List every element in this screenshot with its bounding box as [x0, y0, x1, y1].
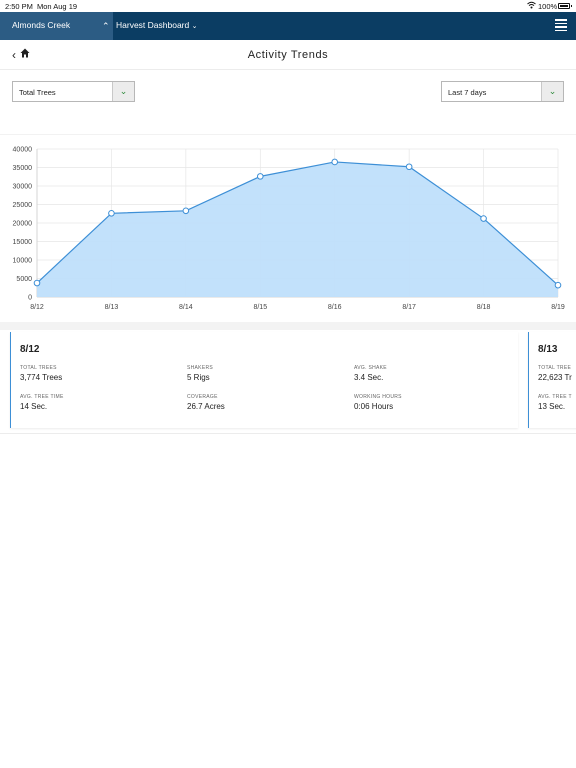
y-tick-label: 15000 [13, 239, 33, 246]
stat-label: Total Tree [538, 365, 572, 371]
range-dropdown[interactable]: Last 7 days ⌄ [441, 81, 564, 102]
chevron-down-icon: ⌄ [112, 82, 134, 101]
stat-label: Working Hours [354, 394, 402, 400]
data-point [182, 207, 190, 215]
day-summary-card[interactable]: 8/12 Total Trees 3,774 Trees Shakers 5 R… [10, 332, 518, 428]
card-date: 8/12 [20, 344, 40, 355]
stat-value: 14 Sec. [20, 402, 48, 411]
top-nav: Almonds Creek ⌃ Harvest Dashboard ⌄ [0, 12, 576, 40]
stat-shakers: Shakers 5 Rigs [187, 365, 213, 382]
stat-avg-tree-time: Avg. Tree Time 14 Sec. [20, 394, 64, 411]
data-point [554, 281, 562, 289]
section-divider [0, 322, 576, 330]
stat-avg-shake: Avg. Shake 3.4 Sec. [354, 365, 387, 382]
dashboard-name: Harvest Dashboard [116, 20, 190, 30]
y-tick-label: 25000 [13, 202, 33, 209]
stat-label: Shakers [187, 365, 213, 371]
farm-selector[interactable]: Almonds Creek ⌃ [0, 12, 113, 40]
data-point [331, 158, 339, 166]
wifi-icon [527, 1, 536, 9]
metric-dropdown[interactable]: Total Trees ⌄ [12, 81, 135, 102]
status-time: 2:50 PM [5, 2, 33, 11]
data-point [405, 163, 413, 171]
stat-value: 5 Rigs [187, 373, 210, 382]
card-date: 8/13 [538, 344, 558, 355]
range-dropdown-value: Last 7 days [448, 88, 487, 97]
stat-value: 13 Sec. [538, 402, 566, 411]
activity-chart-svg: 0 5000 10000 15000 20000 25000 30000 35000 40000… [13, 147, 565, 312]
chevron-down-icon: ⌄ [541, 82, 563, 101]
x-tick-label: 8/13 [105, 304, 119, 311]
page-title: Activity Trends [247, 49, 329, 61]
x-tick-label: 8/18 [477, 304, 491, 311]
chevron-down-icon: ⌄ [191, 23, 198, 30]
stat-coverage: Coverage 26.7 Acres [187, 394, 225, 411]
status-bar: 2:50 PM Mon Aug 19 100% [0, 0, 576, 12]
x-tick-label: 8/12 [30, 304, 44, 311]
stat-value: 3,774 Trees [20, 373, 63, 382]
stat-label: Total Trees [20, 365, 57, 371]
data-point [480, 215, 487, 222]
x-tick-label: 8/16 [328, 304, 342, 311]
x-tick-label: 8/14 [179, 304, 193, 311]
metric-dropdown-value: Total Trees [19, 88, 56, 97]
y-tick-label: 40000 [13, 147, 33, 154]
data-point [33, 279, 41, 287]
day-summary-card[interactable]: 8/13 Total Tree 22,623 Tr Avg. Tree T 13… [528, 332, 576, 428]
farm-name: Almonds Creek [12, 20, 71, 30]
stat-label: Avg. Tree Time [20, 394, 64, 400]
series-area [37, 161, 558, 297]
status-date: Mon Aug 19 [37, 2, 78, 11]
stat-working-hours: Working Hours 0:06 Hours [354, 394, 402, 411]
battery-icon [558, 3, 572, 9]
x-tick-label: 8/17 [402, 304, 416, 311]
y-tick-label: 10000 [13, 258, 33, 265]
stat-value: 26.7 Acres [187, 402, 225, 411]
battery-percent: 100% [538, 2, 558, 11]
menu-icon[interactable] [555, 19, 567, 31]
stat-label: Avg. Shake [354, 365, 387, 371]
x-tick-label: 8/15 [253, 304, 267, 311]
y-tick-label: 35000 [13, 165, 33, 172]
y-tick-label: 0 [28, 295, 32, 302]
stat-value: 0:06 Hours [354, 402, 394, 411]
chevron-up-icon: ⌃ [102, 21, 110, 31]
daily-summary-strip[interactable]: 8/12 Total Trees 3,774 Trees Shakers 5 R… [0, 330, 576, 434]
stat-value: 22,623 Tr [538, 373, 572, 382]
y-tick-label: 5000 [16, 276, 32, 283]
x-tick-label: 8/19 [551, 304, 565, 311]
activity-chart: 0 5000 10000 15000 20000 25000 30000 35000 40000… [0, 134, 576, 322]
stat-avg-tree-time: Avg. Tree T 13 Sec. [538, 394, 572, 411]
dashboard-selector[interactable]: Harvest Dashboard ⌄ [116, 20, 197, 30]
y-tick-label: 20000 [13, 221, 33, 228]
page-header: ‹ Activity Trends [0, 40, 576, 70]
data-point [108, 209, 115, 217]
stat-total-trees: Total Trees 3,774 Trees [20, 365, 62, 382]
y-tick-label: 30000 [13, 184, 33, 191]
filter-bar: Total Trees ⌄ Last 7 days ⌄ [0, 70, 576, 134]
stat-label: Coverage [187, 394, 218, 400]
data-point [256, 173, 264, 180]
stat-total-trees: Total Tree 22,623 Tr [538, 365, 572, 382]
stat-label: Avg. Tree T [538, 394, 572, 400]
stat-value: 3.4 Sec. [354, 373, 384, 382]
